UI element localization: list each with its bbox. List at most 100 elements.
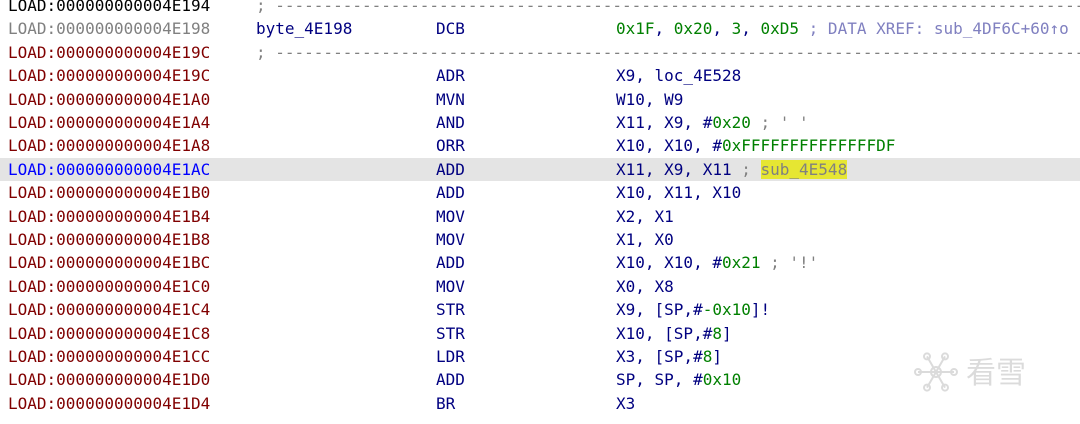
numeric-operand: 0x20 [673, 19, 713, 39]
address: LOAD:000000000004E194 [8, 0, 211, 15]
separator-line[interactable]: LOAD:000000000004E194 ; -----------------… [0, 0, 1080, 17]
address: LOAD:000000000004E1B8 [8, 230, 211, 249]
operands: SP, SP, #0x10 [616, 368, 741, 391]
numeric-operand: 0x21 [721, 253, 761, 273]
numeric-operand: 0x10 [702, 370, 742, 390]
instruction-line[interactable]: LOAD:000000000004E1BC ADD X10, X10, #0x21 … [0, 251, 1080, 274]
comment: ; [731, 159, 761, 179]
operand-text: SP, SP, # [616, 370, 703, 390]
operands: 0x1F, 0x20, 3, 0xD5 ; DATA XREF: sub_4DF… [616, 17, 1069, 40]
mnemonic: STR [436, 300, 465, 320]
instruction-line[interactable]: LOAD:000000000004E1B0 ADD X10, X11, X10 [0, 181, 1080, 204]
instruction-line[interactable]: LOAD:000000000004E1C4 STR X9, [SP,#-0x10]! [0, 298, 1080, 321]
operand-text: ] [721, 323, 732, 343]
separator-comment: ; --------------------------------------… [256, 0, 1080, 15]
mnemonic: MOV [436, 276, 465, 296]
operand-text: X0, X8 [616, 276, 674, 296]
address: LOAD:000000000004E19C [8, 66, 211, 86]
address: LOAD:000000000004E1B0 [8, 183, 211, 203]
operands: X11, X9, X11 ; sub_4E548 [616, 158, 848, 181]
operands: X1, X0 [616, 228, 674, 251]
instruction-line[interactable]: LOAD:000000000004E1C8 STR X10, [SP,#8] [0, 322, 1080, 345]
address: LOAD:000000000004E1B4 [8, 206, 211, 226]
operands: X10, X10, #0x21 ; '!' [616, 251, 818, 274]
mnemonic: ADD [436, 159, 465, 179]
operands: X10, [SP,#8] [616, 322, 732, 345]
mnemonic: ADD [436, 253, 465, 273]
operands: X11, X9, #0x20 ; ' ' [616, 111, 809, 134]
instruction-line[interactable]: LOAD:000000000004E1C0 MOV X0, X8 [0, 275, 1080, 298]
operand-text: X10, [SP,# [616, 323, 713, 343]
operand-text: X3, [SP,# [616, 347, 703, 366]
numeric-operand: 0x20 [712, 113, 751, 132]
operand-text: X11, X9, X11 [616, 159, 732, 179]
watermark: 看雪 [910, 345, 1070, 399]
mnemonic: AND [436, 113, 465, 132]
operands: W10, W9 [616, 88, 683, 111]
mnemonic: LDR [436, 347, 465, 366]
comment: ; '!' [760, 253, 819, 273]
operand-text: X11, X9, # [616, 113, 713, 132]
operands: X9, [SP,#-0x10]! [616, 298, 770, 321]
instruction-line[interactable]: LOAD:000000000004E19C ADR X9, loc_4E528 [0, 64, 1080, 87]
numeric-operand: 0xD5 [760, 19, 800, 39]
operands: X3 [616, 392, 635, 415]
address: LOAD:000000000004E1BC [8, 253, 211, 273]
mnemonic: MOV [436, 230, 465, 249]
address: LOAD:000000000004E1A4 [8, 113, 211, 132]
mnemonic: STR [436, 323, 465, 343]
numeric-operand: -0x10 [702, 300, 751, 320]
instruction-line[interactable]: LOAD:000000000004E1B4 MOV X2, X1 [0, 205, 1080, 228]
instruction-line[interactable]: LOAD:000000000004E1A4 AND X11, X9, #0x20 ;… [0, 111, 1080, 134]
operands: X0, X8 [616, 275, 674, 298]
mnemonic: ADR [436, 66, 465, 86]
mnemonic: MOV [436, 206, 465, 226]
operand-text: X9, [SP,# [616, 300, 703, 320]
operand-text: X3 [616, 393, 636, 413]
instruction-line[interactable]: LOAD:000000000004E1AC ADD X11, X9, X11 ; s… [0, 157, 1080, 181]
numeric-operand: 3 [731, 19, 742, 39]
snowflake-icon [914, 352, 958, 392]
address: LOAD:000000000004E1D4 [8, 393, 211, 413]
address: LOAD:000000000004E1C4 [8, 300, 211, 320]
mnemonic: BR [436, 393, 456, 413]
numeric-operand: 8 [712, 323, 722, 343]
address: LOAD:000000000004E1D0 [8, 370, 211, 390]
numeric-operand: 0xFFFFFFFFFFFFFFDF [721, 136, 896, 156]
address: LOAD:000000000004E1CC [8, 347, 211, 366]
address: LOAD:000000000004E1AC [8, 159, 211, 179]
operands: X2, X1 [616, 205, 674, 228]
address: LOAD:000000000004E1C8 [8, 323, 211, 343]
operand-text: X9, loc_4E528 [616, 66, 742, 86]
operands: X9, loc_4E528 [616, 64, 741, 87]
instruction-line[interactable]: LOAD:000000000004E1A8 ORR X10, X10, #0xFFF… [0, 134, 1080, 157]
mnemonic: ADD [436, 183, 465, 203]
operand-text: ]! [750, 300, 771, 320]
operand-text: ] [712, 347, 722, 366]
address: LOAD:000000000004E1A0 [8, 89, 211, 109]
highlighted-symbol[interactable]: sub_4E548 [760, 159, 848, 179]
operand-text: W10, W9 [616, 89, 684, 109]
separator-line[interactable]: LOAD:000000000004E19C ; -----------------… [0, 41, 1080, 64]
operand-text: X10, X10, # [616, 136, 722, 156]
operand-text: , [712, 19, 732, 39]
operand-text: X10, X10, # [616, 253, 722, 273]
label-name[interactable]: byte_4E198 [256, 17, 352, 40]
operands: X10, X11, X10 [616, 181, 741, 204]
operand-text: X2, X1 [616, 206, 674, 226]
instruction-line[interactable]: LOAD:000000000004E1A0 MVN W10, W9 [0, 88, 1080, 111]
comment[interactable]: ; DATA XREF: sub_4DF6C+60↑o [799, 19, 1069, 38]
operands: X10, X10, #0xFFFFFFFFFFFFFFDF [616, 134, 895, 157]
mnemonic: ORR [436, 136, 465, 156]
data-line[interactable]: LOAD:000000000004E198 byte_4E198 DCB 0x1F, … [0, 17, 1080, 40]
address: LOAD:000000000004E1A8 [8, 136, 211, 156]
numeric-operand: 0x1F [616, 19, 655, 39]
numeric-operand: 8 [702, 347, 713, 366]
operand-text: X1, X0 [616, 230, 674, 249]
mnemonic: ADD [436, 370, 465, 390]
operands: X3, [SP,#8] [616, 345, 722, 368]
address: LOAD:000000000004E198 [8, 19, 211, 39]
instruction-line[interactable]: LOAD:000000000004E1B8 MOV X1, X0 [0, 228, 1080, 251]
comment: ; ' ' [750, 113, 809, 132]
separator-comment: ; --------------------------------------… [256, 42, 1080, 62]
